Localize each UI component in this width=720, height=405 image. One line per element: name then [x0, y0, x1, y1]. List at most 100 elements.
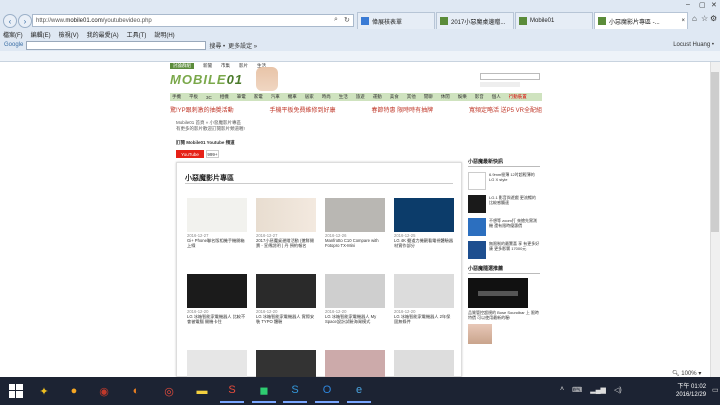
internet-explorer-icon[interactable]: e [347, 379, 371, 403]
video-card[interactable]: 2016-12-25 LG 4K 聲道力機觀看電視體驗器材實作部分 [394, 198, 454, 249]
sidebar-news-text[interactable]: LG.1 影音與遊戲 更流暢的 比較感觸速 [489, 195, 540, 213]
volume-icon[interactable]: ◁) [614, 386, 622, 394]
site-search-options[interactable] [480, 82, 520, 87]
video-card[interactable]: 2016-12-27 2017小惡魔桌邊贈活動 (搶鮮開賣 - 宣傳說明 ) 丹 … [256, 198, 316, 249]
video-thumbnail[interactable] [187, 350, 247, 377]
sidebar-news-text[interactable]: 無限制的最驚喜 享 有更多好康 更多影響 17000元 [489, 241, 540, 259]
zoom-level[interactable]: 🔍︎ 100% ▾ [672, 370, 701, 377]
search-icon[interactable]: ⌕ [334, 16, 338, 24]
site-logo[interactable]: MOBILE01 [170, 72, 243, 87]
tab-1[interactable]: 偉展核表單 [357, 12, 435, 29]
youtube-subscribe-button[interactable]: YouTube [176, 150, 204, 158]
clock[interactable]: 下午 01:02 2016/12/29 [676, 383, 706, 399]
start-windows-icon[interactable] [4, 379, 28, 403]
category-4[interactable]: 筆電 [237, 94, 246, 100]
category-18[interactable]: 影音 [475, 94, 484, 100]
category-2[interactable]: 3C [206, 95, 212, 100]
sidebar-news-image[interactable] [468, 218, 486, 236]
video-title[interactable]: LG 冰箱智能家電機器人 實際安裝 TYPO 體驗 [256, 314, 314, 324]
category-7[interactable]: 機車 [288, 94, 297, 100]
google-search-button[interactable]: 搜尋 • [209, 41, 225, 50]
site-search-input[interactable] [480, 73, 540, 80]
minimize-icon[interactable]: – [686, 1, 690, 8]
back-button[interactable]: ‹ [3, 14, 17, 28]
maximize-icon[interactable]: ▢ [699, 1, 706, 9]
video-card[interactable]: 2016-12-20 LG 冰箱智能家電機器人 My Space設計試驗海灣模式 [325, 274, 385, 325]
video-title[interactable]: 2017小惡魔桌邊贈活動 (搶鮮開賣 - 宣傳說明 ) 丹 預約報名 [256, 238, 314, 248]
tab-2[interactable]: 2017小惡魔桌邊贈... [436, 12, 514, 29]
category-3[interactable]: 相機 [220, 94, 229, 100]
category-20[interactable]: 行動裝置 [509, 94, 527, 100]
video-thumbnail[interactable] [325, 274, 385, 308]
category-0[interactable]: 手機 [172, 94, 181, 100]
video-thumbnail[interactable] [187, 198, 247, 232]
video-title[interactable]: Manfrotto C10 Compare with Fotopro TX-Mi… [325, 238, 379, 248]
address-bar[interactable]: http://www. mobile01.com/youtubevideo.php [32, 14, 354, 27]
topnav-news[interactable]: 新聞 [203, 63, 212, 69]
video-thumbnail[interactable] [256, 350, 316, 377]
tab-active[interactable]: 小惡魔影片專區 -... × [594, 12, 688, 29]
sidebar-news-image[interactable] [468, 195, 486, 213]
promo-link-3[interactable]: 春節特惠 限時時有抽牌 [371, 105, 433, 114]
category-19[interactable]: 個人 [492, 94, 501, 100]
topnav-forum[interactable]: 討論群組 [170, 63, 194, 69]
close-tab-icon[interactable]: × [681, 18, 687, 24]
close-window-icon[interactable]: ✕ [711, 1, 717, 9]
video-card[interactable]: 2016-12-27 Gi+ Phone聯名版相機手機開箱上線 [187, 198, 247, 249]
sidebar-news-item[interactable]: 無限制的最驚喜 享 有更多好康 更多影響 17000元 [468, 241, 540, 259]
user-account[interactable]: Locust Huang • [673, 42, 720, 48]
category-5[interactable]: 家電 [254, 94, 263, 100]
tab-3[interactable]: Mobile01 [515, 12, 593, 29]
category-12[interactable]: 運動 [373, 94, 382, 100]
notifications-icon[interactable]: ▭ [712, 386, 719, 394]
sidebar-news-item[interactable]: 6.9mm極薄 12吋超輕薄的 LG X style [468, 172, 540, 190]
soundbar-image[interactable] [468, 278, 528, 308]
sidebar-news-text[interactable]: 不想等 zoom打 來搶先實測機 還有限時優惠價 [489, 218, 540, 236]
more-settings-link[interactable]: 更多設定 » [228, 41, 257, 50]
category-6[interactable]: 汽車 [271, 94, 280, 100]
menu-help[interactable]: 說明(H) [154, 30, 174, 39]
google-search-input[interactable] [26, 40, 207, 50]
promo-link-4[interactable]: 寬頻定略活 送P5 VR全配組 [469, 105, 542, 114]
category-16[interactable]: 休閒 [441, 94, 450, 100]
menu-edit[interactable]: 編輯(E) [31, 30, 51, 39]
skype-icon[interactable]: S [283, 379, 307, 403]
menu-file[interactable]: 檔案(F) [3, 30, 23, 39]
show-hidden-icons-icon[interactable]: ˄ [560, 386, 564, 394]
video-card[interactable]: 2016-12-20 LG 冰箱智能家電機器人 實際安裝 TYPO 體驗 [256, 274, 316, 325]
paint-app-icon[interactable]: ● [62, 379, 86, 403]
category-13[interactable]: 美食 [390, 94, 399, 100]
refresh-icon[interactable]: ↻ [344, 16, 350, 24]
network-icon[interactable]: ▂▄▆ [590, 386, 606, 394]
video-card[interactable]: 2016-12-26 Manfrotto C10 Compare with Fot… [325, 198, 385, 249]
category-15[interactable]: 閒聊 [424, 94, 433, 100]
pdf-app-icon[interactable]: S [220, 379, 244, 403]
video-thumbnail[interactable] [325, 198, 385, 232]
favorites-star-icon[interactable]: ☆ [701, 14, 708, 23]
menu-view[interactable]: 檢視(V) [59, 30, 79, 39]
category-9[interactable]: 時尚 [322, 94, 331, 100]
video-title[interactable]: LG 冰箱智能家電機器人 2年保固無條件 [394, 314, 450, 324]
category-17[interactable]: 娛樂 [458, 94, 467, 100]
home-icon[interactable]: ⌂ [692, 14, 697, 23]
video-thumbnail[interactable] [256, 198, 316, 232]
video-thumbnail[interactable] [394, 198, 454, 232]
video-title[interactable]: Gi+ Phone聯名版相機手機開箱上線 [187, 238, 245, 248]
category-8[interactable]: 居家 [305, 94, 314, 100]
category-14[interactable]: 其他 [407, 94, 416, 100]
video-title[interactable]: LG 冰箱智能家電機器人 My Space設計試驗海灣模式 [325, 314, 376, 324]
video-title[interactable]: LG 4K 聲道力機觀看電視體驗器材實作部分 [394, 238, 453, 248]
topnav-video[interactable]: 影片 [239, 63, 248, 69]
sidebar-news-image[interactable] [468, 172, 486, 190]
keyboard-icon[interactable]: ⌨ [572, 386, 582, 394]
video-thumbnail[interactable] [394, 350, 454, 377]
sidebar-news-text[interactable]: 6.9mm極薄 12吋超輕薄的 LG X style [489, 172, 540, 190]
media-app-icon[interactable]: ◐ [124, 379, 148, 403]
file-explorer-icon[interactable]: ▬ [190, 379, 214, 403]
sidebar-promo-text[interactable]: 品質管控超規的 Bose Soundbar 上 限時特價 可以使用最新的喔! [468, 310, 540, 320]
video-card[interactable]: 2016-12-20 LG 冰箱智能家電機器人 比較不會被電腦 開機卡住 [187, 274, 247, 325]
menu-favorites[interactable]: 我的最愛(A) [87, 30, 119, 39]
category-10[interactable]: 生活 [339, 94, 348, 100]
sidebar-photo[interactable] [468, 324, 492, 344]
gear-icon[interactable]: ⚙ [710, 14, 717, 23]
